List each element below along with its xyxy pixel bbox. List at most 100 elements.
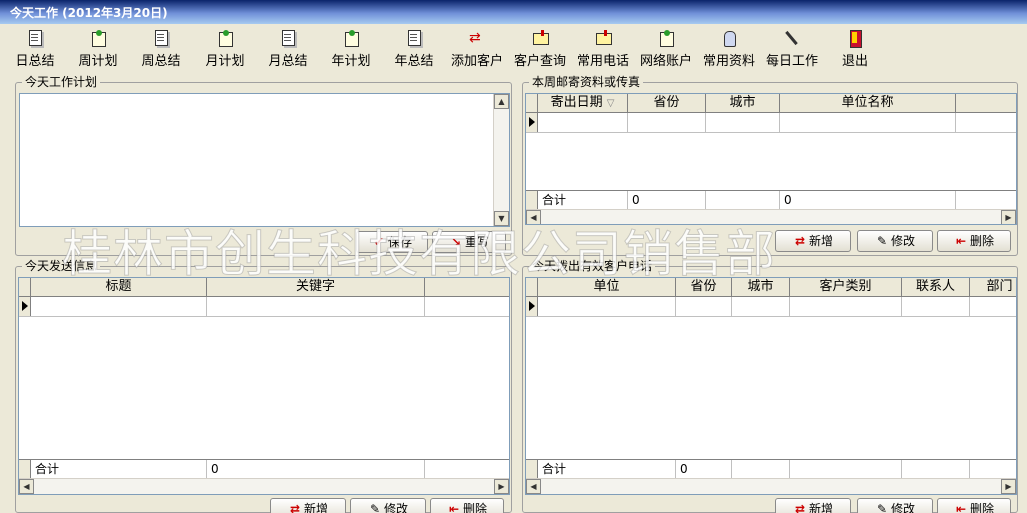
toolbar-common-data-button[interactable]: 常用资料 xyxy=(698,30,760,70)
scroll-up-icon[interactable]: ▲ xyxy=(494,94,509,109)
mail-delete-button[interactable]: ⇤ 删除 xyxy=(937,230,1011,252)
table-row[interactable] xyxy=(19,297,509,317)
table-row[interactable] xyxy=(526,297,1016,317)
plan-icon xyxy=(343,30,359,48)
mail-horizontal-scrollbar[interactable]: ◀ ▶ xyxy=(526,209,1016,224)
toolbar-add-customer-button[interactable]: 添加客户 xyxy=(446,30,508,70)
column-label: 客户类别 xyxy=(819,279,872,294)
document-icon xyxy=(280,30,296,48)
column-header-sent-date[interactable]: 寄出日期 ▽ xyxy=(538,94,628,112)
rewrite-button-label: 重写 xyxy=(464,235,489,249)
toolbar-label: 月总结 xyxy=(268,54,308,69)
main-toolbar: 日总结 周计划 周总结 月计划 月总结 年计划 年总结 添加客户 客户查询 常用… xyxy=(0,24,1027,72)
column-label: 标题 xyxy=(105,279,132,294)
button-label: 修改 xyxy=(890,234,915,248)
toolbar-yearly-summary-button[interactable]: 年总结 xyxy=(383,30,445,70)
scroll-right-icon[interactable]: ▶ xyxy=(1001,210,1016,224)
column-label: 联系人 xyxy=(915,279,955,294)
calls-horizontal-scrollbar[interactable]: ◀ ▶ xyxy=(526,478,1016,494)
delete-icon: ⇤ xyxy=(955,234,967,248)
column-header-province[interactable]: 省份 xyxy=(676,278,732,296)
scroll-left-icon[interactable]: ◀ xyxy=(19,479,34,494)
button-label: 新增 xyxy=(808,234,833,248)
scroll-left-icon[interactable]: ◀ xyxy=(526,210,541,224)
weekly-mail-title: 本周邮寄资料或传真 xyxy=(529,75,644,89)
toolbar-network-accounts-button[interactable]: 网络账户 xyxy=(635,30,697,70)
total-value: 0 xyxy=(628,191,706,209)
scroll-down-icon[interactable]: ▼ xyxy=(494,211,509,226)
document-icon xyxy=(27,30,43,48)
toolbar-daily-summary-button[interactable]: 日总结 xyxy=(4,30,66,70)
button-label: 新增 xyxy=(808,502,833,513)
row-indicator xyxy=(19,460,31,478)
column-header-city[interactable]: 城市 xyxy=(706,94,780,112)
toolbar-customer-search-button[interactable]: 客户查询 xyxy=(509,30,571,70)
add-icon: ⇄ xyxy=(794,234,806,248)
total-label: 合计 xyxy=(538,460,676,478)
toolbar-daily-work-button[interactable]: 每日工作 xyxy=(761,30,823,70)
toolbar-common-phones-button[interactable]: 常用电话 xyxy=(572,30,634,70)
toolbar-yearly-plan-button[interactable]: 年计划 xyxy=(320,30,382,70)
toolbar-label: 周总结 xyxy=(141,54,181,69)
total-label: 合计 xyxy=(538,191,628,209)
total-label: 合计 xyxy=(31,460,207,478)
customer-calls-title: 今天拨出有效客户电话 xyxy=(529,259,656,273)
column-header-title[interactable]: 标题 xyxy=(31,278,207,296)
row-indicator-header xyxy=(526,94,538,112)
column-header-keyword[interactable]: 关键字 xyxy=(207,278,425,296)
toolbar-weekly-plan-button[interactable]: 周计划 xyxy=(67,30,129,70)
calls-edit-button[interactable]: ✎ 修改 xyxy=(857,498,933,513)
calls-delete-button[interactable]: ⇤ 删除 xyxy=(937,498,1011,513)
toolbar-label: 月计划 xyxy=(205,54,245,69)
sent-horizontal-scrollbar[interactable]: ◀ ▶ xyxy=(19,478,509,494)
table-row[interactable] xyxy=(526,113,1016,133)
sent-messages-title: 今天发送信息 xyxy=(22,259,101,273)
scroll-right-icon[interactable]: ▶ xyxy=(1001,479,1016,494)
column-header-customer-type[interactable]: 客户类别 xyxy=(790,278,902,296)
today-plan-textarea[interactable]: ▲ ▼ xyxy=(19,93,510,227)
row-indicator-header xyxy=(526,278,538,296)
row-indicator xyxy=(526,191,538,209)
row-indicator xyxy=(526,460,538,478)
people-icon xyxy=(721,30,737,48)
sent-delete-button[interactable]: ⇤ 删除 xyxy=(430,498,504,513)
scroll-left-icon[interactable]: ◀ xyxy=(526,479,541,494)
calls-add-button[interactable]: ⇄ 新增 xyxy=(775,498,851,513)
network-account-icon xyxy=(658,30,674,48)
rewrite-button[interactable]: ↘ 重写 xyxy=(432,231,506,253)
plan-vertical-scrollbar[interactable]: ▲ ▼ xyxy=(493,94,509,226)
pen-icon xyxy=(784,30,800,48)
scroll-right-icon[interactable]: ▶ xyxy=(494,479,509,494)
column-header-contact[interactable]: 联系人 xyxy=(902,278,970,296)
toolbar-monthly-summary-button[interactable]: 月总结 xyxy=(257,30,319,70)
mail-edit-button[interactable]: ✎ 修改 xyxy=(857,230,933,252)
toolbar-monthly-plan-button[interactable]: 月计划 xyxy=(194,30,256,70)
button-label: 删除 xyxy=(969,234,994,248)
save-button-label: 保存 xyxy=(387,235,412,249)
toolbar-label: 每日工作 xyxy=(765,54,818,69)
column-header-province[interactable]: 省份 xyxy=(628,94,706,112)
weekly-mail-grid[interactable]: 寄出日期 ▽ 省份 城市 单位名称 合计 0 0 ◀ ▶ xyxy=(525,93,1017,225)
phone-card-icon xyxy=(595,30,612,48)
toolbar-weekly-summary-button[interactable]: 周总结 xyxy=(130,30,192,70)
sent-edit-button[interactable]: ✎ 修改 xyxy=(350,498,426,513)
sent-add-button[interactable]: ⇄ 新增 xyxy=(270,498,346,513)
mail-add-button[interactable]: ⇄ 新增 xyxy=(775,230,851,252)
plan-icon xyxy=(217,30,233,48)
sent-messages-grid[interactable]: 标题 关键字 合计 0 ◀ ▶ xyxy=(18,277,510,495)
toolbar-label: 常用电话 xyxy=(576,54,629,69)
toolbar-exit-button[interactable]: 退出 xyxy=(824,30,886,70)
save-button[interactable]: ✔ 保存 xyxy=(356,231,428,253)
column-header-department[interactable]: 部门 xyxy=(970,278,1016,296)
column-label: 省份 xyxy=(653,95,680,110)
customer-calls-grid[interactable]: 单位 省份 城市 客户类别 联系人 部门 合计 0 ◀ ▶ xyxy=(525,277,1017,495)
edit-icon: ✎ xyxy=(369,502,381,513)
column-header-city[interactable]: 城市 xyxy=(732,278,790,296)
edit-icon: ✎ xyxy=(876,234,888,248)
column-header-unit[interactable]: 单位 xyxy=(538,278,676,296)
rewrite-icon: ↘ xyxy=(450,235,462,249)
column-label: 城市 xyxy=(729,95,756,110)
button-label: 新增 xyxy=(303,502,328,513)
column-header-company[interactable]: 单位名称 xyxy=(780,94,956,112)
column-label: 关键字 xyxy=(295,279,335,294)
